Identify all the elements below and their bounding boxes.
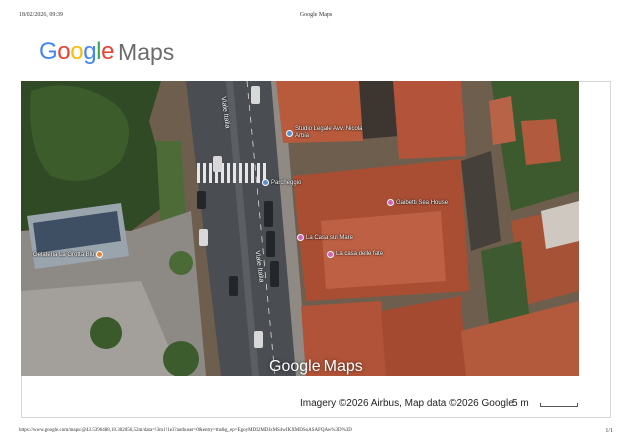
poi-label: Parcheggio: [271, 179, 302, 186]
poi-label: Gelateria La Grotta Blu: [33, 251, 95, 258]
satellite-map[interactable]: Viale Italia Viale Italia Studio Legale …: [21, 81, 579, 376]
parking-icon: [262, 179, 269, 186]
watermark-maps: Maps: [323, 358, 363, 375]
poi-studio-legale[interactable]: Studio Legale Avv. Nicola Arbia: [286, 126, 365, 140]
logo-letter-o1: o: [57, 38, 71, 65]
poi-la-casa-delle-fate[interactable]: La casa delle fate: [327, 251, 383, 258]
pin-icon: [286, 129, 293, 137]
map-attribution[interactable]: Imagery ©2026 Airbus, Map data ©2026 Goo…: [300, 398, 514, 409]
poi-gaibetti-sea-house[interactable]: Gaibetti Sea House: [387, 199, 448, 206]
logo-maps: Maps: [118, 38, 175, 65]
page-number: 1/1: [605, 428, 613, 434]
logo-letter-g2: g: [83, 38, 97, 65]
bed-icon: [387, 199, 394, 206]
logo-letter-o2: o: [70, 38, 84, 65]
logo-letter-e: e: [101, 38, 115, 65]
logo-letter-g: G: [39, 38, 58, 65]
watermark-letter: o: [290, 358, 300, 375]
watermark-letter: G: [269, 358, 282, 375]
watermark-letter: g: [299, 358, 309, 375]
poi-label: La casa delle fate: [336, 251, 384, 257]
poi-la-casa-sul-mare[interactable]: La Casa sul Mare: [297, 234, 353, 241]
poi-label: Gaibetti Sea House: [396, 199, 449, 206]
poi-parcheggio[interactable]: Parcheggio: [262, 179, 301, 186]
print-url: https://www.google.com/maps/@43.5396488,…: [19, 428, 352, 433]
poi-label: La Casa sul Mare: [306, 234, 354, 241]
print-title: Google Maps: [299, 12, 333, 18]
poi-label: Studio Legale Avv. Nicola Arbia: [295, 126, 363, 139]
scale-label[interactable]: 5 m: [512, 398, 529, 409]
food-icon: [96, 251, 104, 258]
google-maps-logo[interactable]: Google Maps: [39, 38, 174, 66]
scale-bar[interactable]: [540, 403, 578, 407]
google-maps-watermark: Google Maps: [269, 358, 363, 376]
watermark-letter: e: [311, 358, 321, 375]
bed-icon: [327, 251, 334, 258]
bed-icon: [297, 234, 304, 241]
poi-gelateria[interactable]: Gelateria La Grotta Blu: [33, 251, 104, 258]
